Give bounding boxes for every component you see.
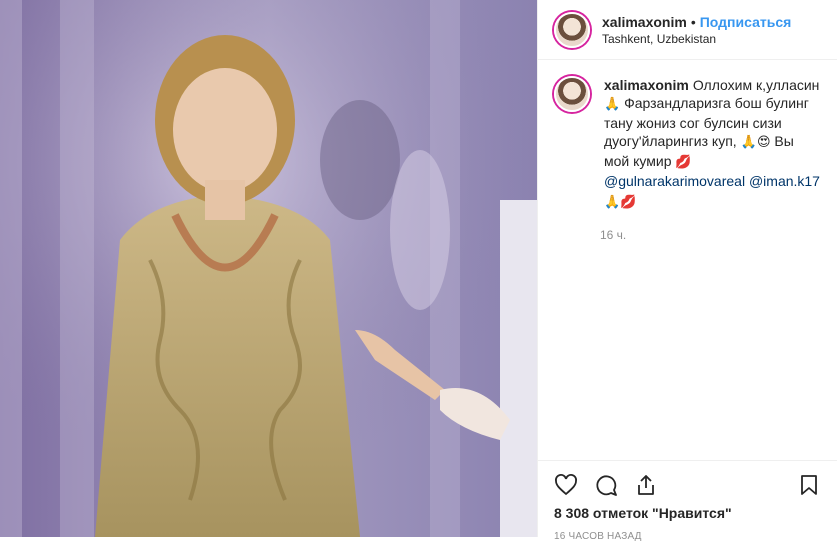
pray-emoji: 🙏 — [604, 97, 621, 112]
caption-time: 16 ч. — [600, 228, 627, 242]
heart-icon[interactable] — [554, 473, 578, 497]
post-photo[interactable] — [0, 0, 537, 537]
post-photo-image — [0, 0, 537, 537]
caption-text-1: Оллохим к,улласин — [692, 77, 820, 93]
comment-icon[interactable] — [594, 473, 618, 497]
pray-kiss-emoji: 🙏💋 — [604, 195, 637, 210]
post-actions: 8 308 отметок "Нравится" 16 часов назад — [538, 460, 837, 542]
caption-text: xalimaxonim Оллохим к,улласин 🙏 Фарзандла… — [604, 76, 821, 212]
share-icon[interactable] — [634, 473, 658, 497]
pray-love-emoji: 🙏😍 — [736, 135, 771, 150]
author-avatar[interactable] — [554, 11, 590, 48]
separator-dot: • — [690, 13, 696, 30]
header-row: xalimaxonim • Подписаться — [602, 14, 791, 30]
mention-gulnarakarimovareal[interactable]: @gulnarakarimovareal — [604, 173, 745, 189]
caption-username[interactable]: xalimaxonim — [604, 77, 689, 93]
kiss-emoji: 💋 — [675, 155, 692, 170]
instagram-post: xalimaxonim • Подписаться Tashkent, Uzbe… — [0, 0, 837, 542]
caption-avatar[interactable] — [554, 76, 590, 112]
post-sidebar: xalimaxonim • Подписаться Tashkent, Uzbe… — [537, 0, 837, 542]
action-icons — [554, 467, 821, 503]
header-meta: xalimaxonim • Подписаться Tashkent, Uzbe… — [602, 14, 791, 46]
follow-button[interactable]: Подписаться — [700, 14, 792, 30]
post-header: xalimaxonim • Подписаться Tashkent, Uzbe… — [538, 0, 837, 60]
author-username[interactable]: xalimaxonim — [602, 14, 687, 30]
location-link[interactable]: Tashkent, Uzbekistan — [602, 32, 791, 46]
bookmark-icon[interactable] — [797, 473, 821, 497]
caption-comment: xalimaxonim Оллохим к,улласин 🙏 Фарзандла… — [538, 60, 837, 212]
mention-iman[interactable]: @iman.k17 — [749, 173, 820, 189]
likes-count[interactable]: 8 308 отметок "Нравится" — [554, 505, 821, 521]
